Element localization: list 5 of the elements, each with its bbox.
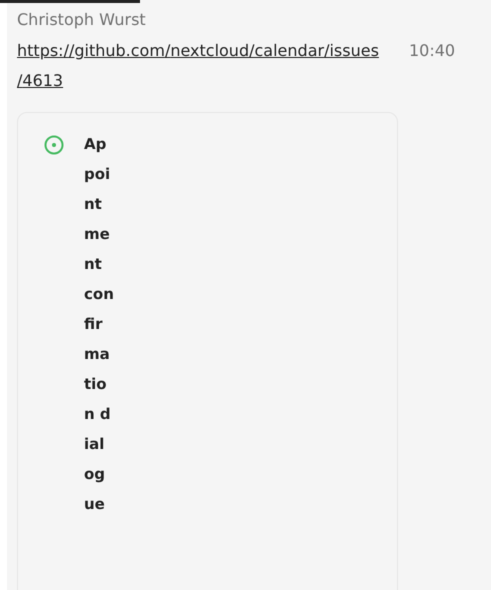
issue-title: Appointment confirmation dialogue [84,134,114,515]
message-time: 10:40 [409,40,456,62]
link-preview-card[interactable]: Appointment confirmation dialogue [17,112,398,590]
issue-link[interactable]: https://github.com/nextcloud/calendar/issues/4613 [17,36,397,96]
author-name: Christoph Wurst [17,9,147,31]
